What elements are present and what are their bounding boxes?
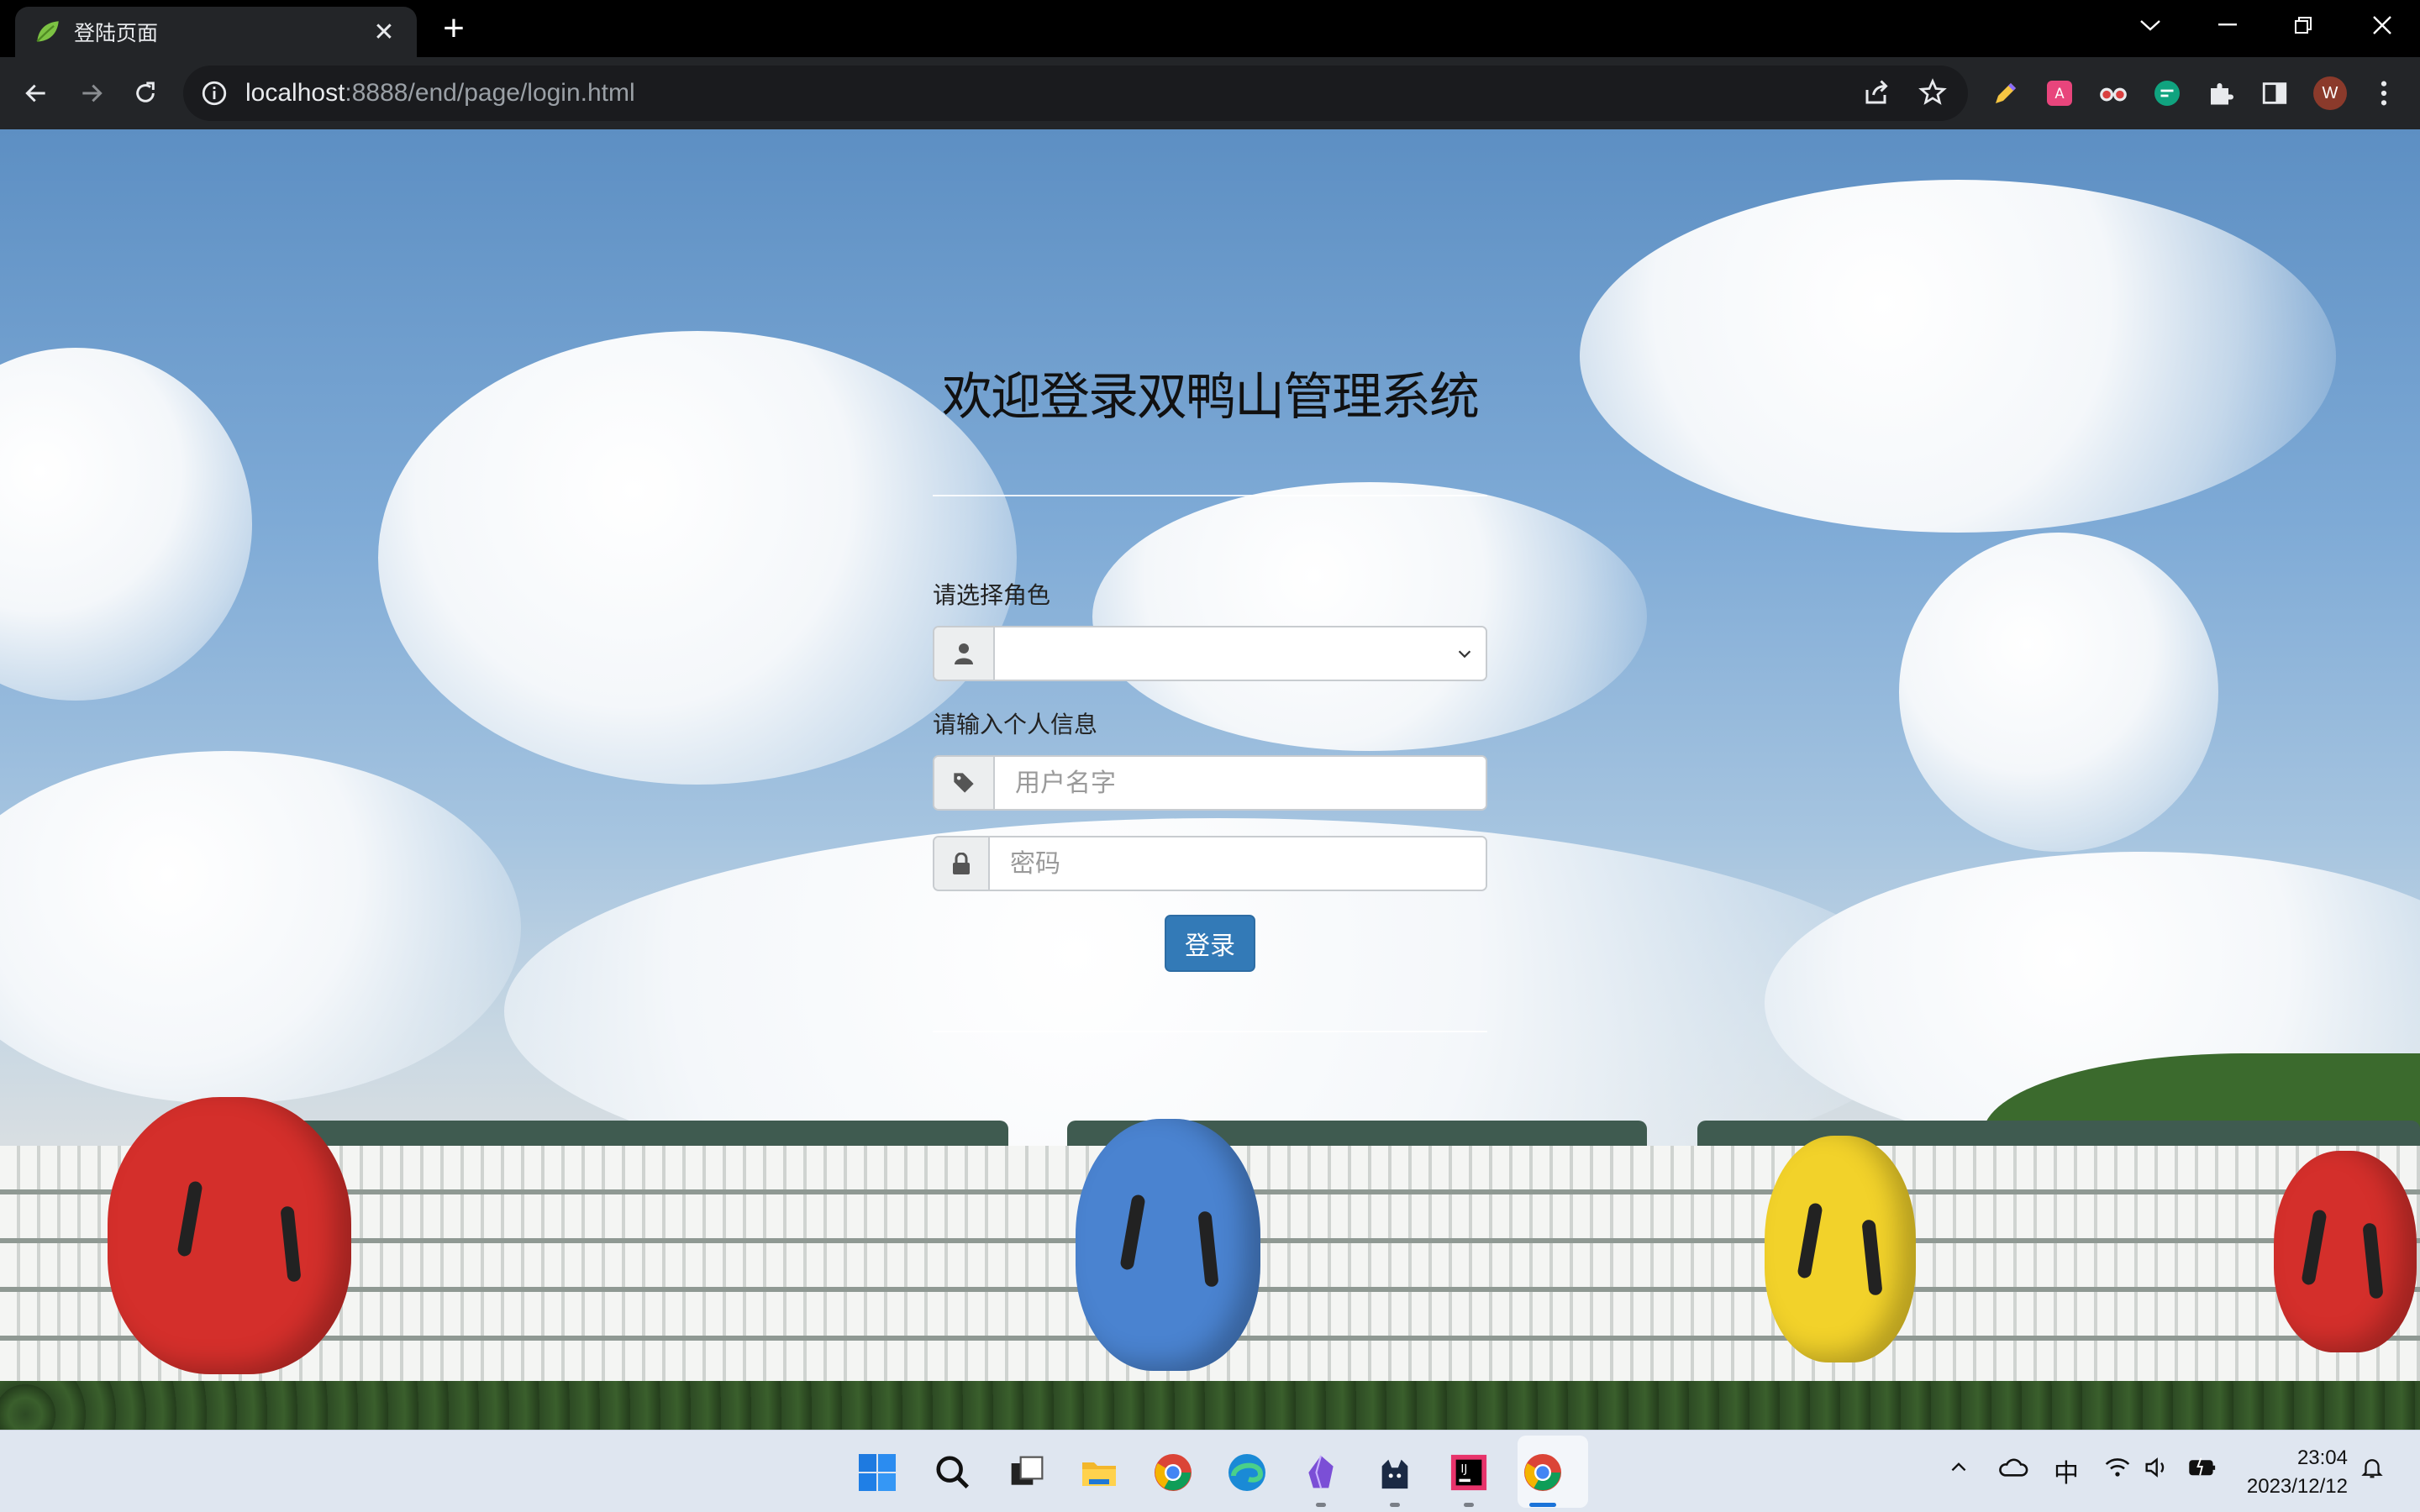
login-form: 欢迎登录双鸭山管理系统 请选择角色 请输入个人信息 用户名字 登录 bbox=[933, 356, 1487, 1032]
active-indicator bbox=[1529, 1503, 1556, 1507]
notification-bell-icon[interactable] bbox=[2360, 1454, 2385, 1488]
star-icon[interactable] bbox=[1918, 77, 1948, 108]
role-select[interactable] bbox=[995, 627, 1486, 680]
blue-pod-decoration bbox=[1076, 1119, 1260, 1371]
extensions-puzzle-icon[interactable] bbox=[2202, 74, 2240, 113]
user-icon bbox=[934, 627, 995, 680]
url-host: localhost bbox=[245, 79, 345, 107]
profile-initial: W bbox=[2313, 76, 2347, 110]
red-pod-decoration bbox=[2274, 1151, 2417, 1352]
tab-search-chevron-icon[interactable] bbox=[2112, 0, 2188, 50]
obsidian-icon[interactable] bbox=[1297, 1449, 1344, 1496]
leaf-favicon-icon bbox=[36, 21, 59, 43]
login-page: 欢迎登录双鸭山管理系统 请选择角色 请输入个人信息 用户名字 登录 bbox=[0, 129, 2420, 1430]
ime-indicator[interactable]: 中 bbox=[2054, 1452, 2079, 1489]
windows-taskbar: IJ 中 23:04 2023/12/12 bbox=[0, 1430, 2420, 1512]
search-icon[interactable] bbox=[929, 1449, 976, 1496]
battery-icon[interactable] bbox=[2188, 1456, 2218, 1484]
glasses-extension-icon[interactable] bbox=[2094, 74, 2133, 113]
yellow-pod-decoration bbox=[1765, 1136, 1916, 1362]
chat-extension-icon[interactable] bbox=[2148, 74, 2186, 113]
svg-text:A: A bbox=[2054, 86, 2065, 102]
password-field[interactable] bbox=[990, 837, 1486, 890]
background-cloud bbox=[1899, 533, 2218, 852]
url-path: :8888/end/page/login.html bbox=[345, 79, 635, 107]
chevron-down-icon bbox=[1458, 650, 1471, 659]
translate-extension-icon[interactable]: A bbox=[2040, 74, 2079, 113]
chrome-icon[interactable] bbox=[1150, 1449, 1197, 1496]
share-icon[interactable] bbox=[1862, 77, 1892, 108]
new-tab-button[interactable]: + bbox=[437, 10, 471, 47]
tag-icon bbox=[934, 757, 995, 809]
clock-time: 23:04 bbox=[2296, 1446, 2348, 1469]
background-cloud bbox=[0, 348, 252, 701]
red-pod-decoration bbox=[108, 1097, 351, 1374]
cloud-icon[interactable] bbox=[1998, 1456, 2028, 1484]
pencil-extension-icon[interactable] bbox=[1986, 74, 2025, 113]
running-indicator bbox=[1464, 1503, 1474, 1507]
username-group bbox=[933, 755, 1487, 811]
edge-icon[interactable] bbox=[1223, 1449, 1270, 1496]
login-button[interactable]: 登录 bbox=[1165, 915, 1255, 972]
minimize-icon[interactable] bbox=[2190, 0, 2265, 50]
divider bbox=[933, 1031, 1487, 1032]
restore-icon[interactable] bbox=[2265, 0, 2341, 50]
background-cloud bbox=[1580, 180, 2336, 533]
profile-avatar[interactable]: W bbox=[2311, 74, 2349, 113]
file-explorer-icon[interactable] bbox=[1076, 1449, 1123, 1496]
browser-tab[interactable]: 登陆页面 ✕ bbox=[15, 7, 417, 57]
divider bbox=[933, 495, 1487, 496]
background-cloud bbox=[378, 331, 1017, 785]
browser-toolbar: localhost:8888/end/page/login.html A W bbox=[0, 57, 2420, 129]
tab-title: 登陆页面 bbox=[74, 22, 159, 45]
intellij-icon[interactable]: IJ bbox=[1445, 1449, 1492, 1496]
running-indicator bbox=[1390, 1503, 1400, 1507]
page-title: 欢迎登录双鸭山管理系统 bbox=[942, 368, 1480, 427]
close-window-icon[interactable] bbox=[2344, 0, 2420, 50]
back-icon[interactable] bbox=[15, 72, 57, 114]
info-label: 请输入个人信息 bbox=[933, 711, 1098, 738]
reload-icon[interactable] bbox=[124, 72, 166, 114]
cat-app-icon[interactable] bbox=[1371, 1449, 1418, 1496]
chrome-icon[interactable] bbox=[1519, 1449, 1566, 1496]
browser-tab-strip: 登陆页面 ✕ + bbox=[0, 0, 2420, 57]
side-panel-icon[interactable] bbox=[2255, 74, 2294, 113]
username-input[interactable] bbox=[1015, 768, 1486, 798]
running-indicator bbox=[1316, 1503, 1326, 1507]
chevron-up-icon[interactable] bbox=[1948, 1456, 1970, 1484]
info-icon[interactable] bbox=[200, 79, 229, 108]
lock-icon bbox=[934, 837, 990, 890]
role-label: 请选择角色 bbox=[933, 582, 1051, 608]
system-clock[interactable]: 23:04 2023/12/12 bbox=[2247, 1444, 2348, 1501]
password-group bbox=[933, 836, 1487, 891]
tab-close-icon[interactable]: ✕ bbox=[370, 18, 398, 47]
wifi-icon[interactable] bbox=[2104, 1456, 2131, 1486]
username-field[interactable] bbox=[995, 757, 1486, 809]
background-cloud bbox=[0, 751, 521, 1104]
windows-start-icon[interactable] bbox=[854, 1449, 901, 1496]
svg-text:IJ: IJ bbox=[1460, 1463, 1467, 1476]
address-bar[interactable]: localhost:8888/end/page/login.html bbox=[183, 66, 1968, 121]
password-input[interactable] bbox=[1010, 848, 1486, 879]
clock-date: 2023/12/12 bbox=[2246, 1475, 2348, 1498]
background-trees bbox=[0, 1381, 2420, 1430]
forward-icon[interactable] bbox=[71, 72, 113, 114]
volume-icon[interactable] bbox=[2144, 1456, 2171, 1486]
menu-kebab-icon[interactable] bbox=[2365, 74, 2403, 113]
task-view-icon[interactable] bbox=[1003, 1449, 1050, 1496]
role-select-group bbox=[933, 626, 1487, 681]
